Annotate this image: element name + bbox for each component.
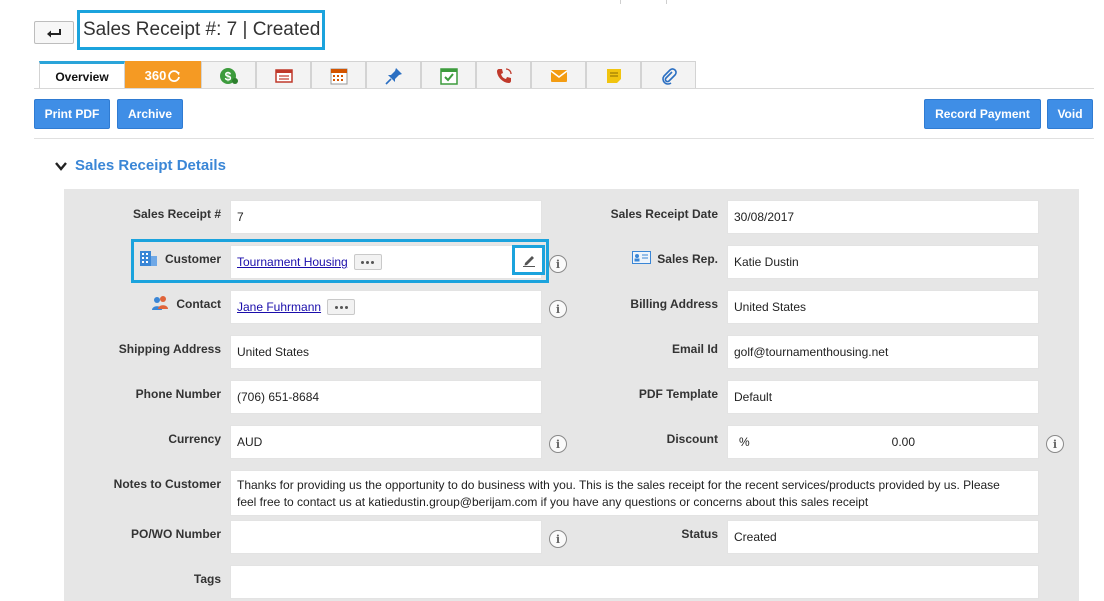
sales-receipt-number-field[interactable]: 7 — [230, 200, 542, 234]
note-icon — [606, 68, 621, 83]
sales-rep-field[interactable]: Katie Dustin — [727, 245, 1039, 279]
po-wo-number-label: PO/WO Number — [130, 527, 221, 541]
contact-info-icon[interactable]: i — [549, 300, 567, 318]
task-check-icon — [439, 67, 458, 85]
shipping-address-label: Shipping Address — [118, 342, 221, 356]
tab-overview[interactable]: Overview — [39, 61, 125, 89]
back-button[interactable] — [34, 21, 74, 44]
tags-field[interactable] — [230, 565, 1039, 599]
section-toggle[interactable]: Sales Receipt Details — [54, 157, 226, 174]
currency-label: Currency — [168, 432, 221, 446]
pencil-edit-icon — [522, 256, 535, 267]
sales-rep-card-icon — [632, 251, 651, 264]
payment-dollar-icon: $ — [219, 67, 238, 84]
email-id-field[interactable]: golf@tournamenthousing.net — [727, 335, 1039, 369]
customer-edit-button[interactable] — [512, 245, 545, 275]
discount-unit: % — [739, 435, 750, 449]
customer-info-icon[interactable]: i — [549, 255, 567, 273]
chevron-down-icon — [55, 161, 67, 171]
contact-field: Jane Fuhrmann — [230, 290, 542, 324]
contact-label: Contact — [176, 297, 221, 311]
tab-calls[interactable] — [476, 61, 531, 89]
customer-highlight — [131, 239, 549, 283]
call-phone-icon — [496, 67, 512, 83]
tab-attachments[interactable] — [641, 61, 696, 89]
sales-receipt-number-label: Sales Receipt # — [132, 207, 221, 221]
tab-360[interactable]: 360 — [125, 61, 201, 89]
tab-notes[interactable] — [586, 61, 641, 89]
page-title-highlight: Sales Receipt #: 7 | Created — [77, 10, 325, 50]
discount-label: Discount — [666, 432, 718, 446]
tab-payments[interactable]: $ — [201, 61, 256, 89]
archive-button[interactable]: Archive — [117, 99, 183, 129]
calendar-icon — [330, 68, 347, 84]
sales-receipt-date-label: Sales Receipt Date — [610, 207, 718, 221]
invoice-list-icon — [274, 68, 293, 83]
currency-field[interactable]: AUD — [230, 425, 542, 459]
tab-pins[interactable] — [366, 61, 421, 89]
void-button[interactable]: Void — [1047, 99, 1093, 129]
contact-link[interactable]: Jane Fuhrmann — [237, 300, 321, 314]
tab-360-label: 360 — [144, 68, 167, 83]
sales-rep-label: Sales Rep. — [657, 252, 718, 266]
toolbar-divider — [34, 138, 1094, 139]
email-envelope-icon — [550, 69, 567, 82]
discount-field[interactable]: % 0.00 — [727, 425, 1039, 459]
360-refresh-icon — [168, 69, 181, 82]
phone-number-label: Phone Number — [135, 387, 221, 401]
pdf-template-label: PDF Template — [638, 387, 718, 401]
tab-emails[interactable] — [531, 61, 586, 89]
pin-icon — [384, 67, 402, 85]
tab-tasks[interactable] — [421, 61, 476, 89]
billing-address-label: Billing Address — [630, 297, 718, 311]
phone-number-field[interactable]: (706) 651-8684 — [230, 380, 542, 414]
record-payment-button[interactable]: Record Payment — [924, 99, 1041, 129]
top-divider — [666, 0, 667, 4]
tabs-divider — [34, 88, 1094, 89]
tab-calendar[interactable] — [311, 61, 366, 89]
section-title: Sales Receipt Details — [75, 157, 226, 174]
print-pdf-button[interactable]: Print PDF — [34, 99, 110, 129]
pdf-template-field[interactable]: Default — [727, 380, 1039, 414]
notes-to-customer-label: Notes to Customer — [113, 477, 221, 491]
tab-invoices[interactable] — [256, 61, 311, 89]
sales-receipt-date-field[interactable]: 30/08/2017 — [727, 200, 1039, 234]
contact-people-icon — [152, 296, 168, 310]
page-title: Sales Receipt #: 7 | Created — [83, 19, 321, 40]
discount-info-icon[interactable]: i — [1046, 435, 1064, 453]
billing-address-field[interactable]: United States — [727, 290, 1039, 324]
top-divider — [620, 0, 621, 4]
svg-text:$: $ — [224, 69, 231, 83]
record-tabs: Overview 360 $ — [39, 61, 696, 89]
tab-overview-label: Overview — [55, 69, 109, 84]
po-wo-number-field[interactable] — [230, 520, 542, 554]
contact-more-button[interactable] — [327, 299, 356, 315]
notes-to-customer-field[interactable]: Thanks for providing us the opportunity … — [230, 470, 1039, 516]
discount-value: 0.00 — [891, 435, 915, 449]
po-wo-info-icon[interactable]: i — [549, 530, 567, 548]
tags-label: Tags — [193, 572, 221, 586]
email-id-label: Email Id — [671, 342, 718, 356]
status-field[interactable]: Created — [727, 520, 1039, 554]
status-label: Status — [681, 527, 718, 541]
shipping-address-field[interactable]: United States — [230, 335, 542, 369]
back-arrow-icon — [47, 28, 61, 37]
attachment-paperclip-icon — [661, 67, 677, 85]
currency-info-icon[interactable]: i — [549, 435, 567, 453]
window-top-edge — [0, 0, 1104, 4]
